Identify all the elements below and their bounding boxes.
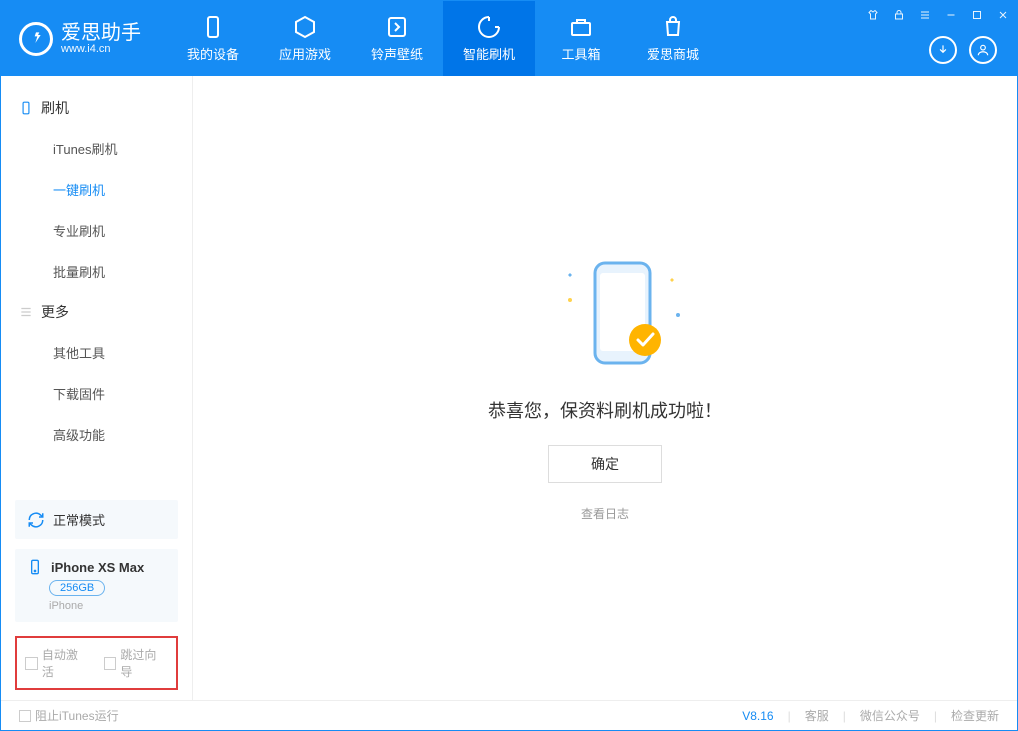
checkbox-block-itunes[interactable]: 阻止iTunes运行 [19,707,119,724]
sidebar: 刷机 iTunes刷机 一键刷机 专业刷机 批量刷机 更多 其他工具 下载固件 … [1,76,193,700]
wechat-link[interactable]: 微信公众号 [860,707,920,724]
menu-icon[interactable] [917,7,933,23]
maximize-icon[interactable] [969,7,985,23]
sidebar-item-one-click-flash[interactable]: 一键刷机 [1,169,192,210]
list-icon [19,305,33,319]
sidebar-bottom: 正常模式 iPhone XS Max 256GB iPhone 自动激活 跳过向… [1,500,192,700]
checkbox-skip-guide[interactable]: 跳过向导 [104,646,169,680]
success-illustration [550,255,660,375]
app-body: 刷机 iTunes刷机 一键刷机 专业刷机 批量刷机 更多 其他工具 下载固件 … [1,76,1017,700]
sidebar-item-itunes-flash[interactable]: iTunes刷机 [1,128,192,169]
device-icon [27,559,43,575]
lock-icon[interactable] [891,7,907,23]
close-icon[interactable] [995,7,1011,23]
update-link[interactable]: 检查更新 [951,707,999,724]
sidebar-item-batch-flash[interactable]: 批量刷机 [1,251,192,292]
storage-badge: 256GB [49,580,105,596]
download-icon[interactable] [929,36,957,64]
ok-button[interactable]: 确定 [548,445,662,483]
sidebar-item-download-fw[interactable]: 下载固件 [1,373,192,414]
minimize-icon[interactable] [943,7,959,23]
options-row: 自动激活 跳过向导 [15,636,178,690]
sidebar-group-flash: 刷机 [1,88,192,128]
user-icon[interactable] [969,36,997,64]
mode-box[interactable]: 正常模式 [15,500,178,539]
success-message: 恭喜您，保资料刷机成功啦！ [488,397,722,423]
app-title: 爱思助手 [61,23,141,43]
shirt-icon[interactable] [865,7,881,23]
tab-store[interactable]: 爱思商城 [627,1,719,76]
header-actions [929,36,997,64]
sidebar-nav: 刷机 iTunes刷机 一键刷机 专业刷机 批量刷机 更多 其他工具 下载固件 … [1,76,192,500]
refresh-icon [27,511,45,529]
phone-icon [19,101,33,115]
sidebar-item-advanced[interactable]: 高级功能 [1,414,192,455]
tab-flash[interactable]: 智能刷机 [443,1,535,76]
view-log-link[interactable]: 查看日志 [581,505,629,522]
checkbox-auto-activate[interactable]: 自动激活 [25,646,90,680]
tab-ringtone[interactable]: 铃声壁纸 [351,1,443,76]
tab-device[interactable]: 我的设备 [167,1,259,76]
app-subtitle: www.i4.cn [61,43,141,55]
mode-label: 正常模式 [53,510,105,529]
tab-toolbox[interactable]: 工具箱 [535,1,627,76]
logo-icon [19,22,53,56]
main-content: 恭喜您，保资料刷机成功啦！ 确定 查看日志 [193,76,1017,700]
version-label: V8.16 [742,709,773,723]
app-logo: 爱思助手 www.i4.cn [1,1,159,76]
device-box[interactable]: iPhone XS Max 256GB iPhone [15,549,178,622]
sidebar-group-more: 更多 [1,292,192,332]
footer-right: V8.16 | 客服 | 微信公众号 | 检查更新 [742,707,999,724]
window-controls [865,7,1011,23]
status-bar: 阻止iTunes运行 V8.16 | 客服 | 微信公众号 | 检查更新 [1,700,1017,730]
app-header: 爱思助手 www.i4.cn 我的设备 应用游戏 铃声壁纸 智能刷机 工具箱 爱… [1,1,1017,76]
tab-apps[interactable]: 应用游戏 [259,1,351,76]
support-link[interactable]: 客服 [805,707,829,724]
sidebar-item-pro-flash[interactable]: 专业刷机 [1,210,192,251]
main-tabs: 我的设备 应用游戏 铃声壁纸 智能刷机 工具箱 爱思商城 [167,1,719,76]
sidebar-item-other-tools[interactable]: 其他工具 [1,332,192,373]
device-type: iPhone [49,600,166,612]
device-name: iPhone XS Max [51,560,144,575]
